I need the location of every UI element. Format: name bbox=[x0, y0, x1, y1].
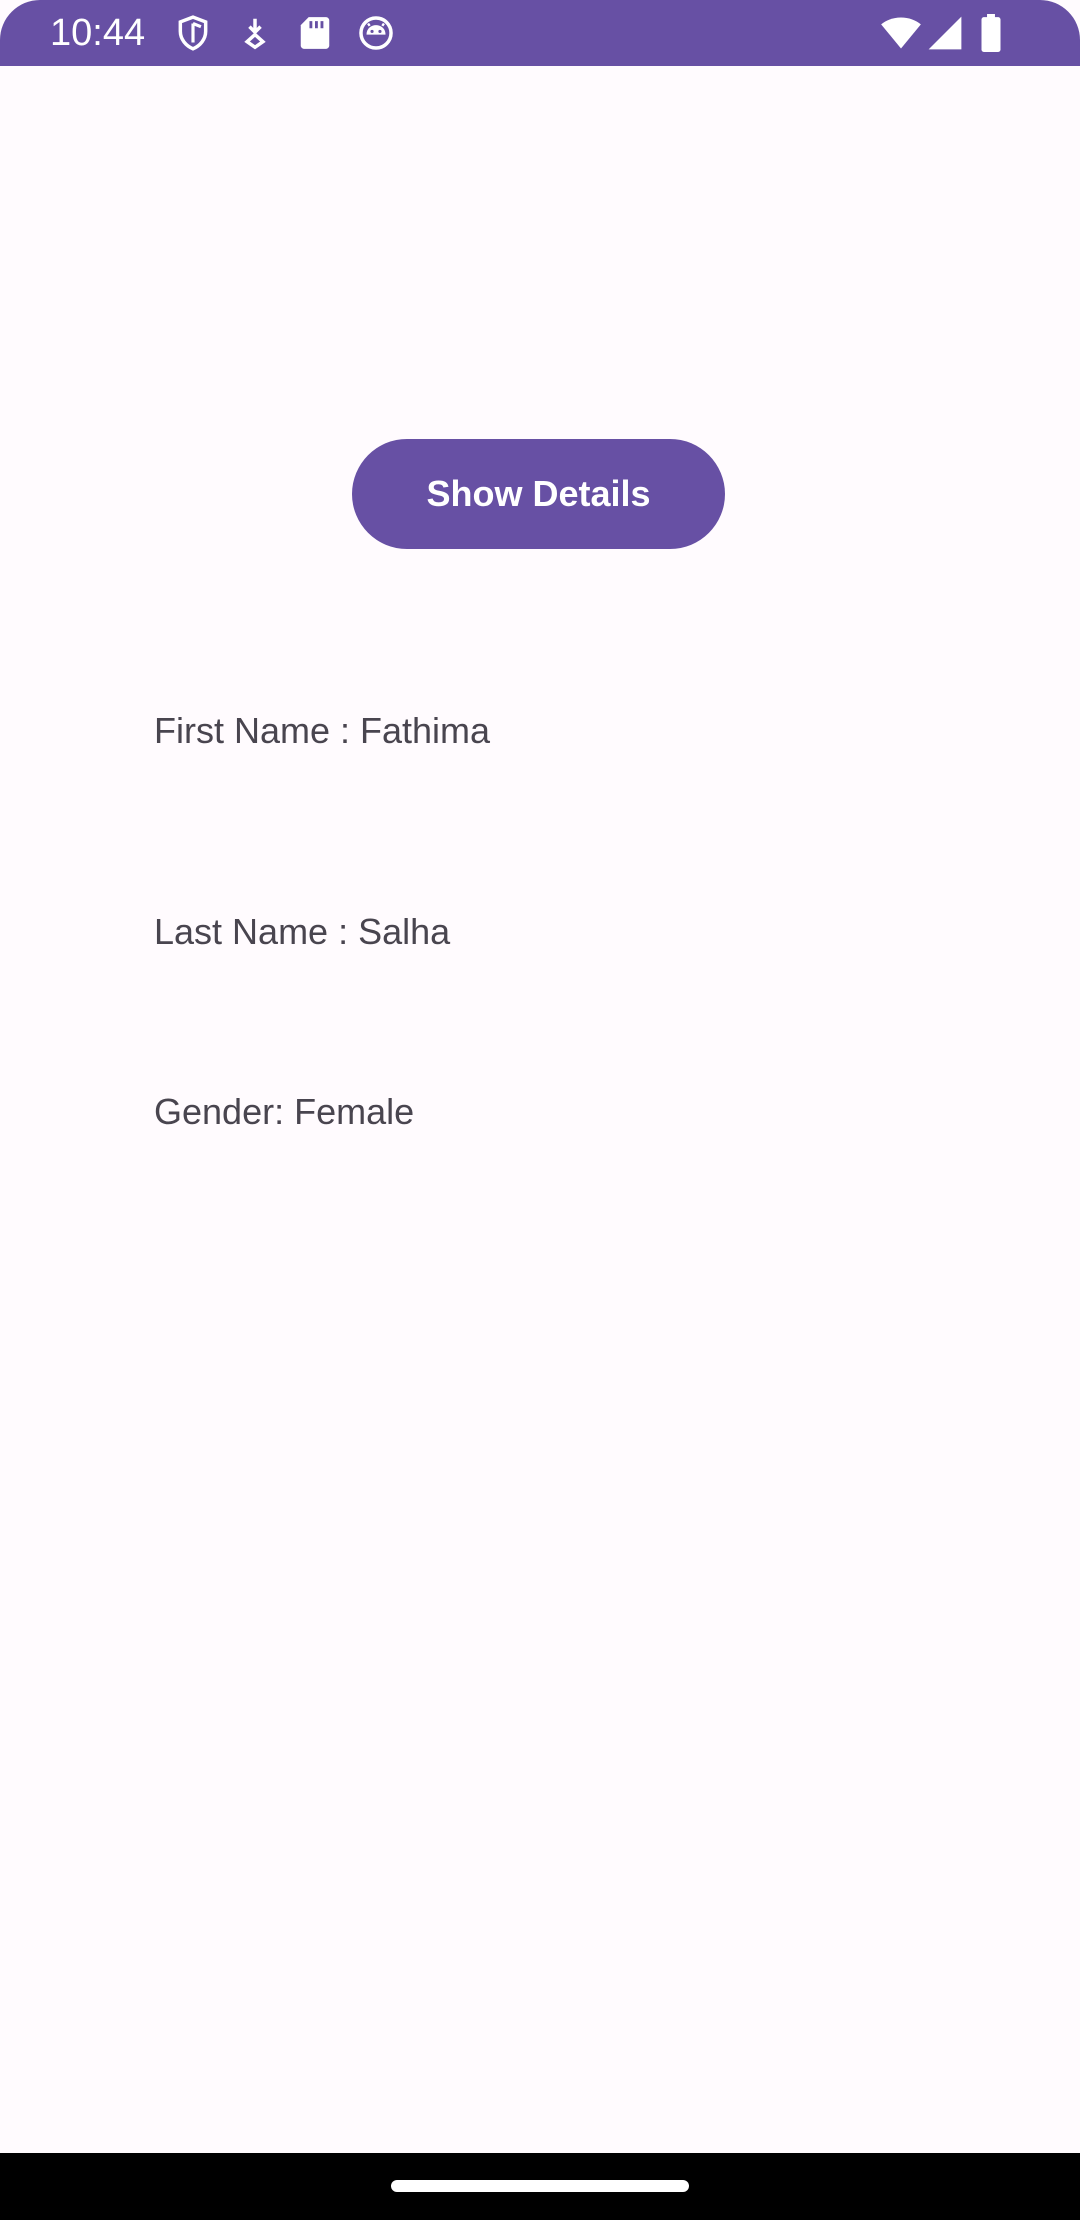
gender-text: Gender: Female bbox=[154, 1091, 415, 1132]
wifi-icon bbox=[880, 14, 922, 52]
shield-icon bbox=[174, 14, 212, 52]
sd-card-icon bbox=[296, 14, 334, 52]
first-name-text: First Name : Fathima bbox=[154, 710, 491, 751]
signal-icon bbox=[927, 15, 963, 51]
show-details-button[interactable]: Show Details bbox=[352, 439, 725, 549]
android-face-icon bbox=[357, 14, 395, 52]
status-time: 10:44 bbox=[50, 12, 146, 54]
home-gesture-handle[interactable] bbox=[391, 2180, 689, 2192]
screen: 10:44 Show Details First Name : Fathima … bbox=[0, 0, 1080, 2220]
battery-icon bbox=[978, 14, 1004, 52]
status-bar: 10:44 bbox=[0, 0, 1080, 66]
download-icon bbox=[236, 14, 274, 52]
last-name-text: Last Name : Salha bbox=[154, 911, 451, 952]
